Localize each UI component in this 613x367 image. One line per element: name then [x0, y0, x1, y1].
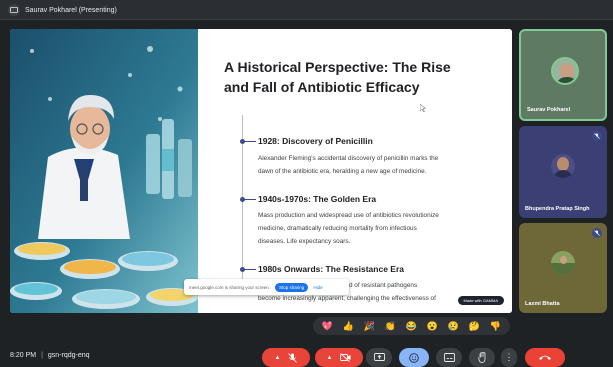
presenter-label: Saurav Pokharel (Presenting): [25, 6, 117, 14]
participant-tile[interactable]: Laxmi Bhatta: [519, 223, 607, 313]
present-screen-icon: [8, 4, 20, 16]
meeting-info: 8:20 PM | gsn-rqdg-enq: [10, 352, 90, 359]
captions-icon: [443, 353, 455, 362]
meet-window: Saurav Pokharel (Presenting) A Historica…: [0, 0, 613, 367]
participant-name: Saurav Pokharel: [527, 107, 571, 113]
reaction-laugh-button[interactable]: 😂: [406, 321, 417, 332]
chevron-up-icon[interactable]: ▲: [275, 355, 281, 361]
meeting-time: 8:20 PM: [10, 352, 37, 359]
raise-hand-button[interactable]: [469, 348, 495, 367]
end-call-icon: [539, 355, 551, 360]
leave-call-button[interactable]: [525, 348, 565, 367]
slide: A Historical Perspective: The Rise and F…: [198, 29, 512, 313]
reaction-clap-button[interactable]: 👏: [385, 321, 396, 332]
section-body-line: Mass production and widespread use of an…: [258, 212, 439, 219]
camera-off-icon: [340, 353, 351, 362]
reactions-button[interactable]: [399, 348, 429, 367]
present-screen-icon: [373, 353, 385, 361]
camera-button[interactable]: ▲: [315, 348, 363, 367]
chevron-up-icon[interactable]: ▲: [327, 355, 333, 361]
scientist-illustration: [10, 29, 198, 313]
avatar: [551, 57, 579, 85]
participant-name: Laxmi Bhatta: [525, 301, 560, 307]
captions-button[interactable]: [436, 348, 462, 367]
timeline-tick: [242, 141, 256, 142]
top-bar: Saurav Pokharel (Presenting): [0, 0, 613, 20]
mic-off-icon: [592, 228, 602, 238]
present-button[interactable]: [366, 348, 392, 367]
section-body: Mass production and widespread use of an…: [258, 209, 504, 248]
more-options-icon: ⋮: [504, 352, 514, 362]
reaction-thumbs-down-button[interactable]: 👎: [490, 321, 501, 332]
slide-title-line-1: A Historical Perspective: The Rise: [224, 59, 451, 75]
reaction-sad-button[interactable]: 😢: [448, 321, 459, 332]
timeline-tick: [242, 199, 256, 200]
mic-off-icon: [592, 131, 602, 141]
reaction-surprised-button[interactable]: 😮: [427, 321, 438, 332]
hide-banner-button[interactable]: Hide: [313, 285, 322, 290]
avatar: [551, 251, 575, 275]
screen-share-text: meet.google.com is sharing your screen.: [189, 284, 271, 290]
mouse-cursor-icon: [420, 104, 426, 112]
screen-share-banner: meet.google.com is sharing your screen. …: [184, 279, 349, 295]
shared-screen: A Historical Perspective: The Rise and F…: [10, 29, 512, 313]
reaction-thumbs-up-button[interactable]: 👍: [343, 321, 354, 332]
mic-off-icon: [288, 352, 298, 363]
section-heading: 1940s-1970s: The Golden Era: [258, 194, 377, 204]
separator: |: [41, 352, 43, 359]
emoji-icon: [409, 352, 419, 363]
participant-tile[interactable]: Saurav Pokharel: [519, 29, 607, 121]
reaction-heart-button[interactable]: 💖: [322, 321, 333, 332]
section-body-line: Alexander Fleming's accidental discovery…: [258, 155, 439, 162]
reactions-bar: 💖 👍 🎉 👏 😂 😮 😢 🤔 👎: [313, 317, 510, 335]
section-body: Alexander Fleming's accidental discovery…: [258, 152, 504, 178]
slide-title-line-2: and Fall of Antibiotic Efficacy: [224, 79, 420, 95]
reaction-thinking-button[interactable]: 🤔: [469, 321, 480, 332]
section-body-line: medicine, dramatically reducing mortalit…: [258, 225, 417, 232]
slide-title: A Historical Perspective: The Rise and F…: [224, 57, 494, 97]
made-with-badge[interactable]: Made with GAMMA: [457, 296, 504, 305]
microphone-button[interactable]: ▲: [262, 348, 310, 367]
presenter-chip[interactable]: Saurav Pokharel (Presenting): [8, 4, 117, 16]
participant-name: Bhupendra Pratap Singh: [525, 206, 590, 212]
reaction-party-button[interactable]: 🎉: [364, 321, 375, 332]
more-options-button[interactable]: ⋮: [501, 348, 517, 367]
bottom-bar: 8:20 PM | gsn-rqdg-enq ▲ ▲ ⋮: [0, 344, 613, 367]
timeline-tick: [242, 269, 256, 270]
avatar: [551, 154, 575, 178]
stop-sharing-button[interactable]: Stop sharing: [275, 282, 309, 292]
section-body-line: dawn of the antibiotic era, heralding a …: [258, 168, 427, 175]
meeting-code[interactable]: gsn-rqdg-enq: [48, 352, 90, 359]
section-heading: 1980s Onwards: The Resistance Era: [258, 264, 404, 274]
section-heading: 1928: Discovery of Penicillin: [258, 136, 373, 146]
participant-tile[interactable]: Bhupendra Pratap Singh: [519, 126, 607, 218]
section-body-line: diseases. Life expectancy soars.: [258, 238, 351, 245]
raise-hand-icon: [477, 352, 485, 363]
